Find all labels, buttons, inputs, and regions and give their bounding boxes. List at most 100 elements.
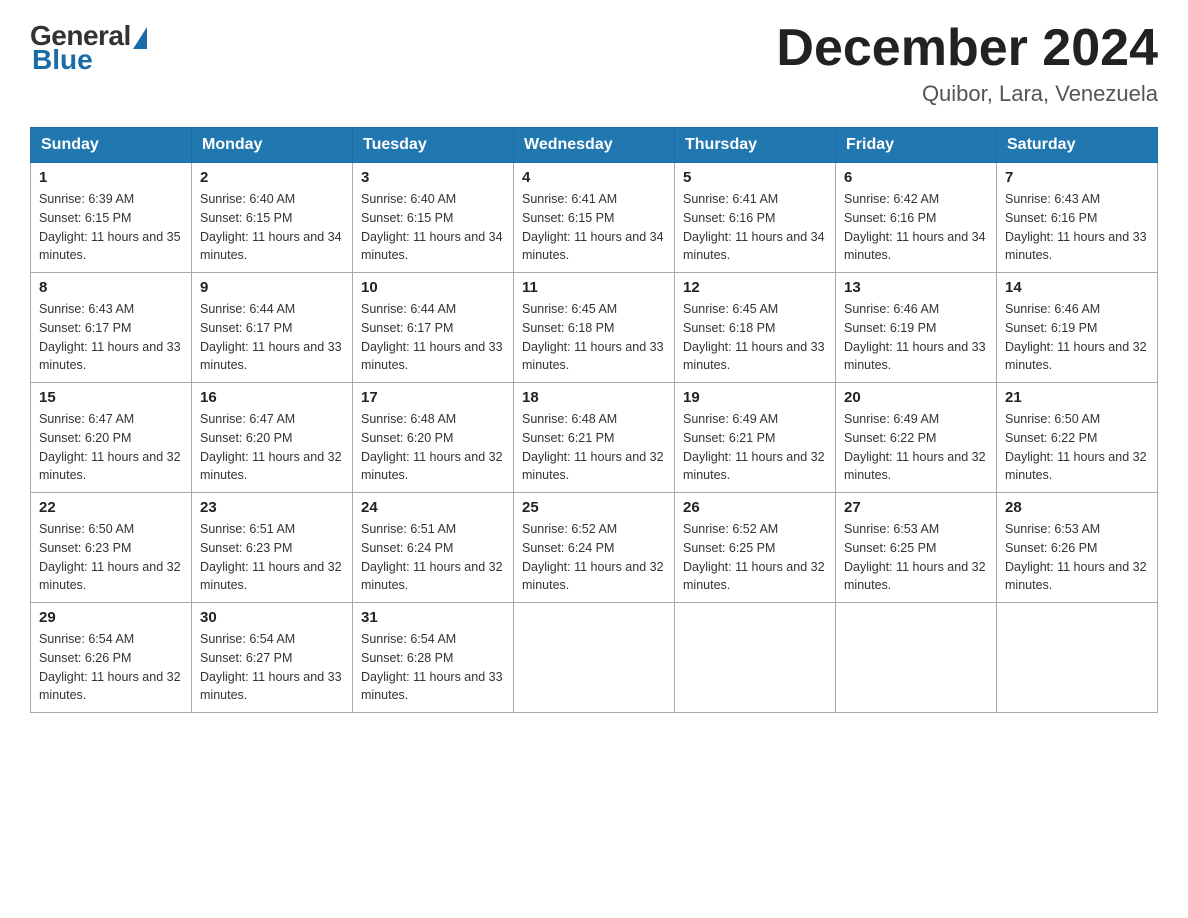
page-header: General Blue December 2024 Quibor, Lara,…: [30, 20, 1158, 107]
calendar-cell: 23Sunrise: 6:51 AMSunset: 6:23 PMDayligh…: [192, 493, 353, 603]
day-info: Sunrise: 6:50 AMSunset: 6:23 PMDaylight:…: [39, 520, 183, 595]
day-number: 30: [200, 609, 344, 626]
day-number: 19: [683, 389, 827, 406]
day-number: 15: [39, 389, 183, 406]
calendar-week-3: 15 Sunrise: 6:47 AMSunset: 6:20 PMDayligh…: [31, 383, 1158, 493]
day-info: Sunrise: 6:54 AMSunset: 6:28 PMDaylight:…: [361, 630, 505, 705]
day-number: 24: [361, 499, 505, 516]
day-info: Sunrise: 6:47 AMSunset: 6:20 PMDaylight:…: [39, 410, 183, 485]
day-number: 20: [844, 389, 988, 406]
day-info: Sunrise: 6:49 AMSunset: 6:22 PMDaylight:…: [844, 410, 988, 485]
day-info: Sunrise: 6:43 AMSunset: 6:16 PMDaylight:…: [1005, 190, 1149, 265]
col-header-saturday: Saturday: [997, 128, 1158, 163]
col-header-tuesday: Tuesday: [353, 128, 514, 163]
calendar-week-1: 1 Sunrise: 6:39 AMSunset: 6:15 PMDaylight…: [31, 163, 1158, 273]
day-info: Sunrise: 6:42 AMSunset: 6:16 PMDaylight:…: [844, 190, 988, 265]
day-number: 10: [361, 279, 505, 296]
day-number: 4: [522, 169, 666, 186]
logo-blue-text: Blue: [32, 44, 93, 76]
calendar-cell: 25 Sunrise: 6:52 AMSunset: 6:24 PMDayligh…: [514, 493, 675, 603]
month-title: December 2024: [776, 20, 1158, 77]
day-number: 18: [522, 389, 666, 406]
day-info: Sunrise: 6:45 AMSunset: 6:18 PMDaylight:…: [683, 300, 827, 375]
calendar-cell: 12 Sunrise: 6:45 AMSunset: 6:18 PMDayligh…: [675, 273, 836, 383]
day-info: Sunrise: 6:49 AMSunset: 6:21 PMDaylight:…: [683, 410, 827, 485]
calendar-cell: 29 Sunrise: 6:54 AMSunset: 6:26 PMDayligh…: [31, 603, 192, 713]
day-info: Sunrise: 6:52 AMSunset: 6:24 PMDaylight:…: [522, 520, 666, 595]
calendar-cell: 28Sunrise: 6:53 AMSunset: 6:26 PMDayligh…: [997, 493, 1158, 603]
calendar-cell: 14Sunrise: 6:46 AMSunset: 6:19 PMDayligh…: [997, 273, 1158, 383]
calendar-cell: [836, 603, 997, 713]
calendar-cell: [675, 603, 836, 713]
day-number: 29: [39, 609, 183, 626]
day-number: 3: [361, 169, 505, 186]
day-number: 21: [1005, 389, 1149, 406]
day-info: Sunrise: 6:46 AMSunset: 6:19 PMDaylight:…: [844, 300, 988, 375]
calendar-cell: 15 Sunrise: 6:47 AMSunset: 6:20 PMDayligh…: [31, 383, 192, 493]
calendar-cell: 7 Sunrise: 6:43 AMSunset: 6:16 PMDaylight…: [997, 163, 1158, 273]
day-number: 17: [361, 389, 505, 406]
logo-arrow-icon: [133, 27, 147, 49]
col-header-sunday: Sunday: [31, 128, 192, 163]
calendar-cell: [997, 603, 1158, 713]
day-number: 9: [200, 279, 344, 296]
day-info: Sunrise: 6:51 AMSunset: 6:24 PMDaylight:…: [361, 520, 505, 595]
calendar-cell: 27Sunrise: 6:53 AMSunset: 6:25 PMDayligh…: [836, 493, 997, 603]
day-number: 27: [844, 499, 988, 516]
day-info: Sunrise: 6:44 AMSunset: 6:17 PMDaylight:…: [200, 300, 344, 375]
calendar-cell: 10 Sunrise: 6:44 AMSunset: 6:17 PMDayligh…: [353, 273, 514, 383]
day-number: 22: [39, 499, 183, 516]
day-info: Sunrise: 6:46 AMSunset: 6:19 PMDaylight:…: [1005, 300, 1149, 375]
logo: General Blue: [30, 20, 147, 76]
calendar-cell: 13Sunrise: 6:46 AMSunset: 6:19 PMDayligh…: [836, 273, 997, 383]
calendar-cell: 5 Sunrise: 6:41 AMSunset: 6:16 PMDaylight…: [675, 163, 836, 273]
location-subtitle: Quibor, Lara, Venezuela: [776, 81, 1158, 107]
calendar-cell: 2 Sunrise: 6:40 AMSunset: 6:15 PMDaylight…: [192, 163, 353, 273]
calendar-cell: 17 Sunrise: 6:48 AMSunset: 6:20 PMDayligh…: [353, 383, 514, 493]
day-number: 7: [1005, 169, 1149, 186]
day-number: 8: [39, 279, 183, 296]
day-info: Sunrise: 6:41 AMSunset: 6:16 PMDaylight:…: [683, 190, 827, 265]
day-info: Sunrise: 6:48 AMSunset: 6:21 PMDaylight:…: [522, 410, 666, 485]
calendar-cell: 1 Sunrise: 6:39 AMSunset: 6:15 PMDaylight…: [31, 163, 192, 273]
col-header-wednesday: Wednesday: [514, 128, 675, 163]
day-info: Sunrise: 6:44 AMSunset: 6:17 PMDaylight:…: [361, 300, 505, 375]
day-info: Sunrise: 6:52 AMSunset: 6:25 PMDaylight:…: [683, 520, 827, 595]
day-number: 2: [200, 169, 344, 186]
calendar-cell: 30 Sunrise: 6:54 AMSunset: 6:27 PMDayligh…: [192, 603, 353, 713]
day-info: Sunrise: 6:45 AMSunset: 6:18 PMDaylight:…: [522, 300, 666, 375]
day-number: 25: [522, 499, 666, 516]
day-number: 5: [683, 169, 827, 186]
day-number: 12: [683, 279, 827, 296]
calendar-week-5: 29 Sunrise: 6:54 AMSunset: 6:26 PMDayligh…: [31, 603, 1158, 713]
calendar-cell: 22 Sunrise: 6:50 AMSunset: 6:23 PMDayligh…: [31, 493, 192, 603]
day-info: Sunrise: 6:47 AMSunset: 6:20 PMDaylight:…: [200, 410, 344, 485]
calendar-cell: 16 Sunrise: 6:47 AMSunset: 6:20 PMDayligh…: [192, 383, 353, 493]
title-section: December 2024 Quibor, Lara, Venezuela: [776, 20, 1158, 107]
calendar-cell: 11Sunrise: 6:45 AMSunset: 6:18 PMDayligh…: [514, 273, 675, 383]
col-header-monday: Monday: [192, 128, 353, 163]
day-info: Sunrise: 6:39 AMSunset: 6:15 PMDaylight:…: [39, 190, 183, 265]
day-number: 6: [844, 169, 988, 186]
calendar-cell: 20 Sunrise: 6:49 AMSunset: 6:22 PMDayligh…: [836, 383, 997, 493]
day-number: 1: [39, 169, 183, 186]
day-info: Sunrise: 6:54 AMSunset: 6:26 PMDaylight:…: [39, 630, 183, 705]
calendar-cell: 26 Sunrise: 6:52 AMSunset: 6:25 PMDayligh…: [675, 493, 836, 603]
calendar-cell: 24 Sunrise: 6:51 AMSunset: 6:24 PMDayligh…: [353, 493, 514, 603]
day-info: Sunrise: 6:40 AMSunset: 6:15 PMDaylight:…: [361, 190, 505, 265]
day-info: Sunrise: 6:53 AMSunset: 6:26 PMDaylight:…: [1005, 520, 1149, 595]
calendar-cell: 9 Sunrise: 6:44 AMSunset: 6:17 PMDaylight…: [192, 273, 353, 383]
day-info: Sunrise: 6:41 AMSunset: 6:15 PMDaylight:…: [522, 190, 666, 265]
day-info: Sunrise: 6:48 AMSunset: 6:20 PMDaylight:…: [361, 410, 505, 485]
calendar-cell: 19 Sunrise: 6:49 AMSunset: 6:21 PMDayligh…: [675, 383, 836, 493]
day-number: 16: [200, 389, 344, 406]
day-info: Sunrise: 6:40 AMSunset: 6:15 PMDaylight:…: [200, 190, 344, 265]
calendar-cell: 6 Sunrise: 6:42 AMSunset: 6:16 PMDaylight…: [836, 163, 997, 273]
day-number: 26: [683, 499, 827, 516]
calendar-cell: 31Sunrise: 6:54 AMSunset: 6:28 PMDayligh…: [353, 603, 514, 713]
day-number: 23: [200, 499, 344, 516]
calendar-week-2: 8Sunrise: 6:43 AMSunset: 6:17 PMDaylight…: [31, 273, 1158, 383]
calendar-cell: 3 Sunrise: 6:40 AMSunset: 6:15 PMDaylight…: [353, 163, 514, 273]
calendar-cell: 8Sunrise: 6:43 AMSunset: 6:17 PMDaylight…: [31, 273, 192, 383]
day-info: Sunrise: 6:54 AMSunset: 6:27 PMDaylight:…: [200, 630, 344, 705]
